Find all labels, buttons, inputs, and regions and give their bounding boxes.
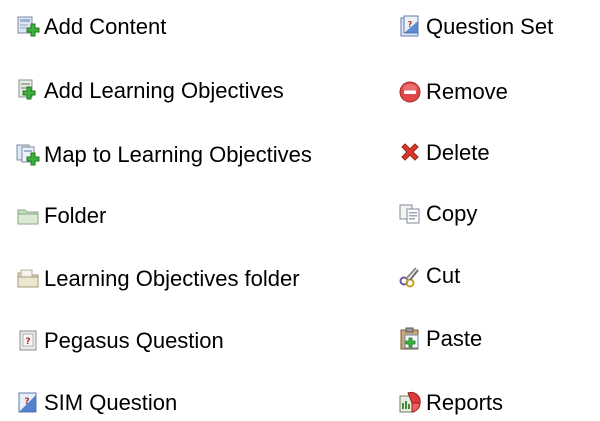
learning-objectives-folder-icon [16, 267, 40, 291]
legend-label: Question Set [426, 14, 554, 39]
svg-text:?: ? [24, 397, 29, 407]
legend-item-add-learning-objectives: Add Learning Objectives [16, 77, 284, 105]
legend-item-cut: Cut [398, 262, 460, 290]
map-learning-objectives-icon [16, 143, 40, 167]
sim-question-icon: ? [16, 391, 40, 415]
legend-item-add-content: Add Content [16, 13, 166, 41]
legend-label: Add Content [44, 14, 167, 39]
legend-item-map-learning-objectives: Map to Learning Objectives [16, 141, 312, 169]
legend-label: Reports [426, 390, 504, 415]
add-content-icon [16, 15, 40, 39]
legend-label: Remove [426, 79, 508, 104]
legend-label: Add Learning Objectives [44, 78, 284, 103]
legend-item-remove: Remove [398, 78, 508, 106]
legend-item-folder: Folder [16, 202, 106, 230]
legend-label: SIM Question [44, 390, 178, 415]
delete-icon [398, 141, 422, 165]
legend-item-copy: Copy [398, 200, 477, 228]
legend-item-question-set: ? Question Set [398, 13, 553, 41]
legend-label: Pegasus Question [44, 328, 224, 353]
svg-text:?: ? [408, 20, 413, 29]
cut-icon [398, 264, 422, 288]
question-set-icon: ? [398, 15, 422, 39]
folder-icon [16, 204, 40, 228]
legend-label: Learning Objectives folder [44, 266, 300, 291]
legend-label: Folder [44, 203, 107, 228]
paste-icon [398, 327, 422, 351]
legend-item-sim-question: ? SIM Question [16, 389, 177, 417]
legend-label: Paste [426, 326, 483, 351]
legend-item-learning-objectives-folder: Learning Objectives folder [16, 265, 300, 293]
legend-label: Copy [426, 201, 478, 226]
svg-text:?: ? [25, 337, 30, 347]
legend-item-pegasus-question: ? Pegasus Question [16, 327, 224, 355]
icon-legend: Add Content Add Learning Objectives Map … [0, 0, 600, 421]
legend-item-reports: Reports [398, 389, 503, 417]
legend-label: Delete [426, 140, 490, 165]
legend-item-delete: Delete [398, 139, 490, 167]
copy-icon [398, 202, 422, 226]
legend-item-paste: Paste [398, 325, 482, 353]
pegasus-question-icon: ? [16, 329, 40, 353]
remove-icon [398, 80, 422, 104]
legend-label: Cut [426, 263, 461, 288]
legend-label: Map to Learning Objectives [44, 142, 312, 167]
add-learning-objectives-icon [16, 79, 40, 103]
reports-icon [398, 391, 422, 415]
